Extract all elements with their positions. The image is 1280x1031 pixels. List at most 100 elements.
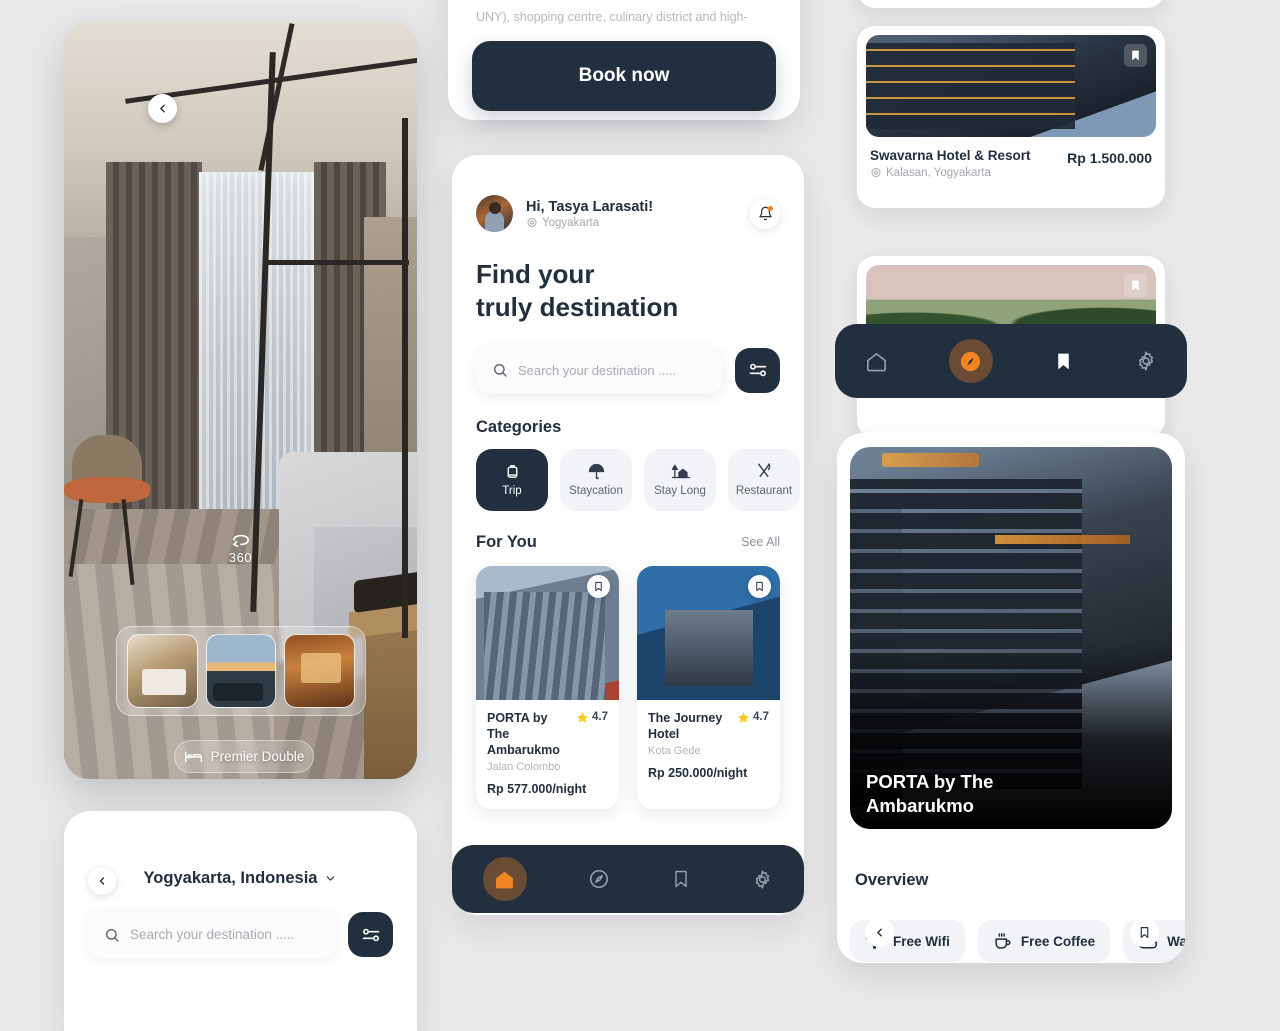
notification-dot bbox=[768, 205, 773, 211]
amenity-free-coffee[interactable]: Free Coffee bbox=[977, 920, 1111, 962]
home-icon bbox=[496, 871, 514, 888]
room-thumbnail-strip[interactable] bbox=[116, 626, 366, 716]
screenshot-stage: 360 Premier Double Yogyakarta, Indonesia bbox=[0, 0, 1280, 1031]
amenity-label: Free Wifi bbox=[893, 933, 950, 949]
destination-title: Yogyakarta, Indonesia bbox=[143, 869, 318, 887]
room-thumbnail-restaurant[interactable] bbox=[284, 634, 356, 708]
detail-hotel-price-unit: /night bbox=[965, 836, 996, 850]
suitcase-icon bbox=[507, 464, 517, 478]
bottom-nav-explore bbox=[835, 324, 1187, 398]
chevron-left-icon bbox=[99, 877, 105, 885]
room-back-button[interactable] bbox=[148, 94, 177, 123]
hotel-rating-value: 4.7 bbox=[592, 710, 608, 723]
bookmark-icon bbox=[675, 870, 687, 888]
nav-item-explore[interactable] bbox=[948, 339, 993, 383]
category-trip[interactable]: Trip bbox=[476, 448, 548, 511]
detail-hotel-info: PORTA by The Ambarukmo Rp 577.000/night bbox=[866, 770, 996, 853]
hotel-price: Rp 577.000/night bbox=[487, 782, 587, 797]
hotel-area: Jalan Colombo bbox=[487, 761, 561, 774]
bookmark-icon bbox=[595, 581, 602, 591]
hotel-card[interactable]: PORTA by The Ambarukmo 4.7 Jalan Colombo… bbox=[476, 565, 619, 810]
book-now-button[interactable]: Book now bbox=[472, 40, 776, 111]
nav-item-settings[interactable] bbox=[1135, 350, 1157, 372]
bookmark-button[interactable] bbox=[1124, 274, 1147, 297]
category-stay-long[interactable]: Stay Long bbox=[644, 448, 716, 511]
compass-icon bbox=[961, 351, 981, 371]
hotel-location-label: Kalasan, Yogyakarta bbox=[886, 167, 991, 179]
notifications-button[interactable] bbox=[750, 198, 780, 229]
category-restaurant[interactable]: Restaurant bbox=[728, 448, 800, 511]
room-thumbnail-lounge-sunset[interactable] bbox=[205, 634, 277, 708]
detail-back-button[interactable] bbox=[865, 918, 894, 947]
hotel-location: Kalasan, Yogyakarta bbox=[870, 167, 1031, 179]
hotel-name: The Journey Hotel bbox=[648, 710, 723, 741]
hotel-photo bbox=[637, 565, 780, 700]
search-input[interactable]: Search your destination ..... bbox=[476, 346, 723, 394]
filter-button[interactable] bbox=[348, 912, 393, 957]
page-title: Find your truly destination bbox=[476, 258, 780, 325]
room-360-badge[interactable]: 360 bbox=[64, 532, 417, 565]
nav-item-saved[interactable] bbox=[1053, 351, 1074, 372]
chevron-down-icon bbox=[327, 876, 335, 881]
room-thumbnail-bedroom[interactable] bbox=[127, 634, 198, 708]
hotel-card[interactable]: The Journey Hotel 4.7 Kota Gede Rp 250.0… bbox=[637, 565, 780, 810]
coffee-cup-icon bbox=[995, 932, 1011, 949]
search-back-button[interactable] bbox=[88, 867, 116, 895]
map-pin-icon bbox=[527, 217, 537, 227]
compass-icon bbox=[589, 869, 608, 889]
home-icon bbox=[867, 352, 887, 371]
amenity-label: Free Coffee bbox=[1020, 933, 1096, 949]
bookmark-filled-icon bbox=[1058, 353, 1069, 369]
search-placeholder: Search your destination ..... bbox=[518, 362, 677, 378]
room-360-viewer-panel: 360 Premier Double bbox=[64, 22, 417, 779]
user-location: Yogyakarta bbox=[526, 217, 653, 229]
bookmark-button[interactable] bbox=[587, 574, 610, 598]
bed-icon bbox=[184, 751, 202, 762]
category-label: Trip bbox=[502, 484, 522, 497]
nav-item-saved[interactable] bbox=[671, 869, 691, 889]
amenity-label: Water Heater bbox=[1167, 933, 1185, 949]
nav-item-explore[interactable] bbox=[588, 868, 610, 890]
explore-hotel-card[interactable]: Swavarna Hotel & Resort Kalasan, Yogyaka… bbox=[857, 26, 1165, 208]
sliders-icon bbox=[362, 928, 379, 941]
palm-house-icon bbox=[671, 464, 690, 479]
hotel-name: PORTA by The Ambarukmo bbox=[487, 710, 560, 758]
nav-item-home[interactable] bbox=[482, 857, 527, 901]
bookmark-button[interactable] bbox=[748, 574, 771, 598]
category-label: Staycation bbox=[569, 484, 623, 497]
detail-hotel-price: Rp 577.000 bbox=[866, 831, 966, 852]
headline-line-2: truly destination bbox=[476, 292, 679, 323]
nav-item-settings[interactable] bbox=[752, 869, 773, 890]
hotel-rating: 4.7 bbox=[576, 710, 608, 725]
bookmark-button[interactable] bbox=[1124, 44, 1147, 67]
nav-home-active-bg bbox=[482, 857, 527, 901]
room-bed-type-label: Premier Double bbox=[210, 749, 305, 764]
hotel-rating: 4.7 bbox=[737, 710, 769, 725]
nav-explore-active-bg bbox=[948, 339, 993, 383]
search-input[interactable]: Search your destination ..... bbox=[88, 910, 336, 959]
category-staycation[interactable]: Staycation bbox=[560, 448, 632, 511]
categories-title: Categories bbox=[476, 417, 562, 436]
detail-bookmark-button[interactable] bbox=[1130, 918, 1159, 947]
category-label: Restaurant bbox=[735, 485, 793, 498]
hotel-detail-booking-panel: UNY), shopping centre, culinary district… bbox=[448, 0, 800, 120]
greeting-text: Hi, Tasya Larasati! bbox=[526, 198, 654, 215]
destination-selector[interactable]: Yogyakarta, Indonesia bbox=[88, 869, 393, 888]
cutlery-icon bbox=[758, 463, 771, 477]
star-icon bbox=[738, 711, 749, 723]
room-bed-type-badge: Premier Double bbox=[174, 740, 314, 773]
bookmark-icon bbox=[1140, 927, 1149, 938]
bookmark-icon bbox=[1132, 50, 1139, 61]
avatar[interactable] bbox=[476, 195, 513, 232]
for-you-title: For You bbox=[476, 532, 537, 551]
for-you-list: PORTA by The Ambarukmo 4.7 Jalan Colombo… bbox=[476, 565, 780, 810]
map-pin-icon bbox=[871, 168, 881, 177]
search-icon bbox=[493, 363, 507, 377]
hotel-price: Rp 1.500.000 bbox=[1067, 150, 1152, 166]
search-icon bbox=[105, 928, 119, 942]
gear-icon bbox=[1138, 351, 1153, 371]
filter-button[interactable] bbox=[735, 347, 780, 393]
star-icon bbox=[577, 711, 588, 723]
nav-item-home[interactable] bbox=[865, 350, 888, 373]
see-all-link[interactable]: See All bbox=[741, 535, 780, 549]
